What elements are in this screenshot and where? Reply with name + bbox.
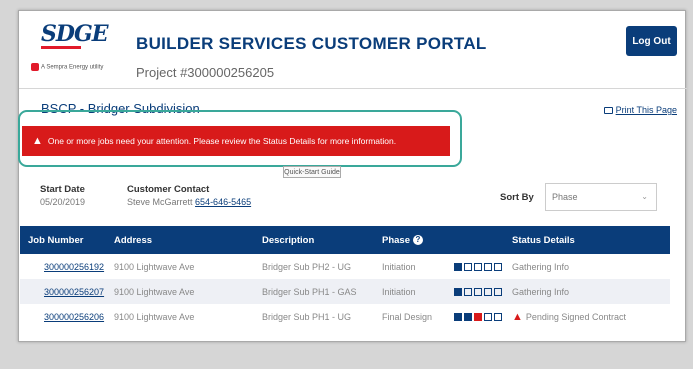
progress-box [464,287,472,296]
phase-cell: Initiation [382,286,416,297]
sort-by-label: Sort By [500,192,534,203]
phase-progress [454,304,502,329]
header-job-number: Job Number [28,234,84,246]
tagline-text: A Sempra Energy utility [41,64,104,71]
description-cell: Bridger Sub PH1 - UG [262,311,352,322]
table-row: 300000256192 9100 Lightwave Ave Bridger Su… [20,254,670,279]
status-cell: Gathering Info [512,279,569,304]
progress-box [494,312,502,321]
info-icon[interactable]: ? [413,235,423,245]
progress-box [484,262,492,271]
progress-box [474,262,482,271]
progress-box [494,262,502,271]
chevron-down-icon: ⌄ [641,192,648,201]
progress-box [474,312,482,321]
start-date-label: Start Date [40,184,85,195]
address-cell: 9100 Lightwave Ave [114,261,195,272]
table-row: 300000256207 9100 Lightwave Ave Bridger Su… [20,279,670,304]
jobs-table: Job Number Address Description Phase? St… [20,226,670,329]
alert-message: One or more jobs need your attention. Pl… [47,136,397,146]
progress-box [464,312,472,321]
address-cell: 9100 Lightwave Ave [114,311,195,322]
printer-icon [603,107,613,115]
progress-box [454,287,462,296]
progress-boxes [454,287,502,296]
header-phase: Phase? [382,226,423,254]
contact-name: Steve McGarrett [127,197,193,207]
progress-boxes [454,262,502,271]
sort-selected-value: Phase [552,192,578,202]
job-number-link[interactable]: 300000256206 [44,312,104,322]
status-text: Pending Signed Contract [525,311,626,322]
start-date-value: 05/20/2019 [40,197,86,207]
sempra-icon [31,63,39,71]
header-phase-label: Phase [382,234,410,246]
progress-box [484,312,492,321]
contact-phone-link[interactable]: 654-646-5465 [195,197,251,207]
progress-box [494,287,502,296]
customer-contact-label: Customer Contact [127,184,210,195]
header-status-details: Status Details [512,234,575,246]
table-header-row: Job Number Address Description Phase? St… [20,226,670,254]
sort-by-select[interactable]: Phase ⌄ [545,183,657,211]
sdge-logo: SDGE A Sempra Energy utility [31,21,111,77]
logo-text: SDGE [41,21,109,47]
progress-box [474,287,482,296]
project-number: Project #300000256205 [136,65,275,80]
quick-start-guide-button[interactable]: Quick-Start Guide [283,166,341,178]
description-cell: Bridger Sub PH2 - UG [262,261,352,272]
sempra-tagline: A Sempra Energy utility [31,63,103,71]
phase-progress [454,279,502,304]
portal-header: SDGE A Sempra Energy utility BUILDER SER… [19,11,687,89]
table-body: 300000256192 9100 Lightwave Ave Bridger Su… [20,254,670,329]
job-number-link[interactable]: 300000256192 [44,262,104,272]
phase-cell: Initiation [382,261,416,272]
warning-icon: ▲ [32,135,43,147]
customer-contact-value: Steve McGarrett 654-646-5465 [127,197,251,207]
progress-box [464,262,472,271]
phase-cell: Final Design [382,311,433,322]
address-cell: 9100 Lightwave Ave [114,286,195,297]
job-number-link[interactable]: 300000256207 [44,287,104,297]
progress-box [484,287,492,296]
status-cell: Gathering Info [512,254,569,279]
progress-boxes [454,312,502,321]
warning-icon: ▲ [512,310,523,323]
progress-box [454,312,462,321]
table-row: 300000256206 9100 Lightwave Ave Bridger Su… [20,304,670,329]
logout-button[interactable]: Log Out [626,26,677,56]
status-cell: ▲ Pending Signed Contract [512,304,626,329]
description-cell: Bridger Sub PH1 - GAS [262,286,357,297]
portal-title: BUILDER SERVICES CUSTOMER PORTAL [136,34,487,53]
header-description: Description [262,234,315,246]
attention-alert: ▲ One or more jobs need your attention. … [22,126,450,156]
print-page-link[interactable]: Print This Page [603,105,677,115]
status-text: Gathering Info [512,286,570,297]
progress-box [454,262,462,271]
status-text: Gathering Info [512,261,570,272]
header-address: Address [114,234,153,246]
print-label: Print This Page [615,105,677,115]
phase-progress [454,254,502,279]
